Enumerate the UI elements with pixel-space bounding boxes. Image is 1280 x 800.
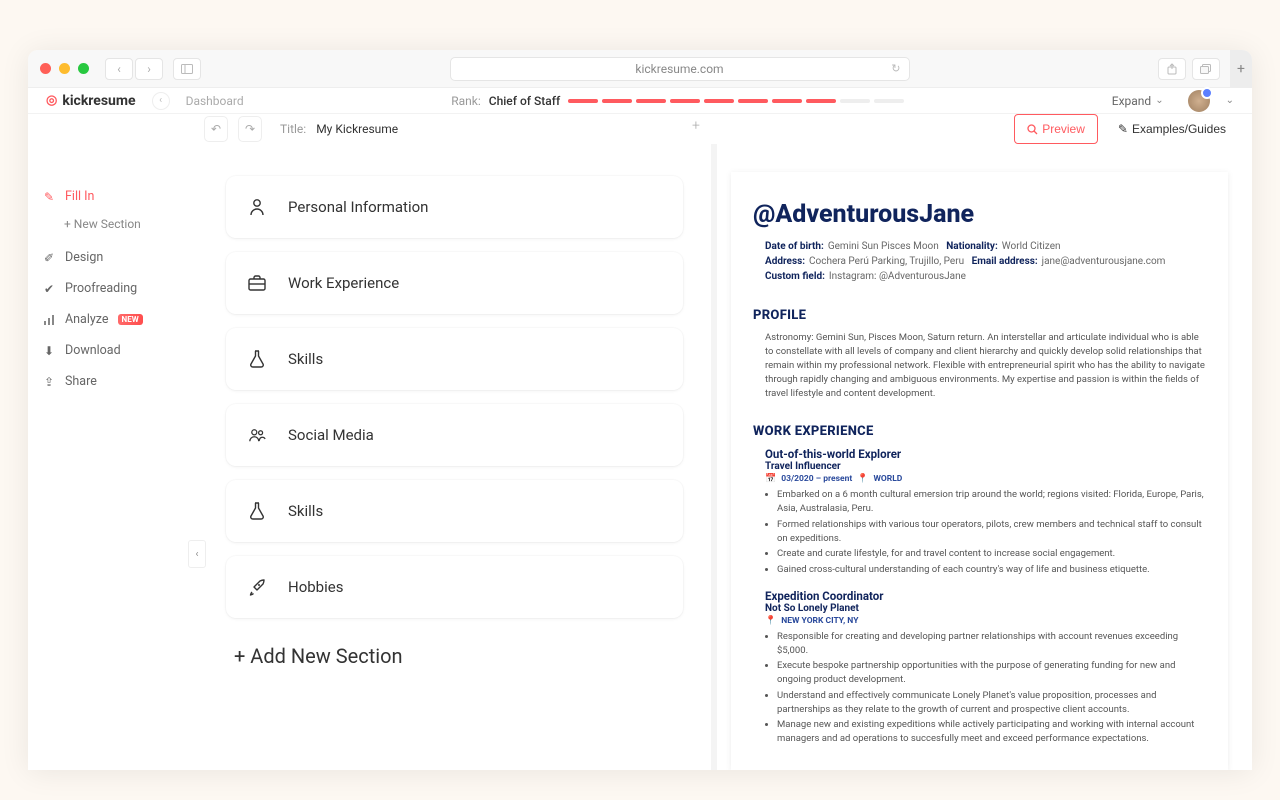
document-title[interactable]: My Kickresume bbox=[316, 122, 398, 136]
browser-toolbar: ‹ › kickresume.com ↻ + bbox=[28, 50, 1252, 88]
sidebar: ✎ Fill In + New Section ✐ Design ✔︎ Proo… bbox=[28, 144, 188, 770]
resume-meta: Date of birth:Gemini Sun Pisces Moon Nat… bbox=[765, 239, 1206, 284]
section-label: Social Media bbox=[288, 426, 374, 444]
sidebar-item-new-section[interactable]: + New Section bbox=[42, 213, 188, 241]
sidebar-item-label: Design bbox=[65, 250, 103, 265]
section-label: Skills bbox=[288, 350, 323, 368]
resume-section-work: WORK EXPERIENCE bbox=[753, 424, 1206, 439]
edit-icon: ✎ bbox=[42, 190, 56, 204]
person-icon bbox=[248, 198, 266, 216]
sidebar-toggle-button[interactable] bbox=[173, 58, 201, 80]
section-label: Hobbies bbox=[288, 578, 343, 596]
account-chevron-icon[interactable]: ⌄ bbox=[1226, 95, 1234, 106]
calendar-icon: 📅 bbox=[765, 474, 776, 484]
section-card-social-media[interactable]: Social Media bbox=[226, 404, 683, 466]
rocket-icon bbox=[248, 578, 266, 596]
app-header: ◎ kickresume ‹ Dashboard Rank: Chief of … bbox=[28, 88, 1252, 114]
undo-button[interactable]: ↶ bbox=[204, 116, 228, 142]
proofreading-icon: ✔︎ bbox=[42, 282, 56, 296]
examples-guides-button[interactable]: ✎ Examples/Guides bbox=[1108, 114, 1236, 144]
forward-button[interactable]: › bbox=[135, 58, 163, 80]
section-label: Personal Information bbox=[288, 198, 428, 216]
minimize-window-icon[interactable] bbox=[59, 63, 70, 74]
resume-name: @AdventurousJane bbox=[753, 200, 1206, 229]
section-card-work-experience[interactable]: Work Experience bbox=[226, 252, 683, 314]
sidebar-item-proofreading[interactable]: ✔︎ Proofreading bbox=[42, 274, 188, 303]
editor-toolbar: ↶ ↷ Title: My Kickresume + Preview ✎ Exa… bbox=[28, 114, 1252, 144]
new-tab-button[interactable]: + bbox=[1230, 50, 1252, 88]
resume-job: Expedition CoordinatorNot So Lonely Plan… bbox=[753, 589, 1206, 746]
search-icon bbox=[1027, 124, 1038, 135]
redo-button[interactable]: ↷ bbox=[238, 116, 262, 142]
back-button[interactable]: ‹ bbox=[105, 58, 133, 80]
tabs-button[interactable] bbox=[1192, 58, 1220, 80]
sidebar-item-label: Download bbox=[65, 343, 121, 358]
sidebar-item-label: Analyze bbox=[65, 312, 109, 327]
address-bar[interactable]: kickresume.com ↻ bbox=[450, 57, 910, 81]
guides-icon: ✎ bbox=[1118, 122, 1128, 136]
sidebar-item-fill-in[interactable]: ✎ Fill In bbox=[42, 182, 188, 211]
preview-panel: @AdventurousJane Date of birth:Gemini Su… bbox=[717, 144, 1252, 770]
share-icon: ⇪ bbox=[42, 375, 56, 389]
chart-icon bbox=[42, 314, 56, 326]
rank-progress bbox=[568, 99, 904, 103]
section-card-skills[interactable]: Skills bbox=[226, 480, 683, 542]
people-icon bbox=[248, 427, 266, 443]
flask-icon bbox=[248, 350, 266, 368]
sidebar-item-analyze[interactable]: Analyze NEW bbox=[42, 305, 188, 334]
sidebar-item-label: Proofreading bbox=[65, 281, 137, 296]
avatar[interactable] bbox=[1188, 90, 1210, 112]
url-text: kickresume.com bbox=[635, 62, 723, 76]
rank-label: Rank: bbox=[451, 94, 481, 108]
briefcase-icon bbox=[248, 275, 266, 291]
section-label: Skills bbox=[288, 502, 323, 520]
breadcrumb[interactable]: Dashboard bbox=[186, 94, 244, 108]
breadcrumb-back-button[interactable]: ‹ bbox=[152, 92, 170, 110]
palette-icon: ✐ bbox=[42, 251, 56, 265]
resume-job: Out-of-this-world ExplorerTravel Influen… bbox=[753, 447, 1206, 577]
resume-section-profile: PROFILE bbox=[753, 308, 1206, 323]
location-icon: 📍 bbox=[765, 616, 776, 626]
logo-icon: ◎ bbox=[46, 93, 57, 108]
new-badge: NEW bbox=[118, 314, 143, 325]
resume-profile-text: Astronomy: Gemini Sun, Pisces Moon, Satu… bbox=[765, 331, 1206, 400]
rank-value: Chief of Staff bbox=[489, 94, 560, 108]
editor-panel: Personal Information Work Experience Skill… bbox=[188, 144, 717, 770]
app-logo[interactable]: ◎ kickresume bbox=[46, 93, 136, 109]
flask-icon bbox=[248, 502, 266, 520]
avatar-badge bbox=[1201, 87, 1213, 99]
sidebar-item-label: Fill In bbox=[65, 189, 94, 204]
window-controls bbox=[40, 63, 89, 74]
sidebar-item-label: Share bbox=[65, 374, 97, 389]
add-new-section-button[interactable]: + Add New Section bbox=[226, 644, 683, 668]
title-label: Title: bbox=[280, 122, 306, 136]
maximize-window-icon[interactable] bbox=[78, 63, 89, 74]
resume-document: @AdventurousJane Date of birth:Gemini Su… bbox=[731, 172, 1228, 770]
preview-button[interactable]: Preview bbox=[1014, 114, 1098, 144]
download-icon: ⬇ bbox=[42, 344, 56, 358]
sidebar-item-share[interactable]: ⇪ Share bbox=[42, 367, 188, 396]
expand-button[interactable]: Expand ⌄ bbox=[1112, 94, 1164, 108]
rank-indicator: Rank: Chief of Staff bbox=[451, 94, 904, 108]
chevron-down-icon: ⌄ bbox=[1155, 95, 1163, 106]
section-label: Work Experience bbox=[288, 274, 399, 292]
section-card-skills[interactable]: Skills bbox=[226, 328, 683, 390]
sidebar-item-download[interactable]: ⬇ Download bbox=[42, 336, 188, 365]
section-card-personal-information[interactable]: Personal Information bbox=[226, 176, 683, 238]
sidebar-item-design[interactable]: ✐ Design bbox=[42, 243, 188, 272]
logo-text: kickresume bbox=[62, 93, 135, 109]
pane-divider-plus-icon[interactable]: + bbox=[692, 118, 700, 134]
share-button[interactable] bbox=[1158, 58, 1186, 80]
location-icon: 📍 bbox=[857, 474, 868, 484]
close-window-icon[interactable] bbox=[40, 63, 51, 74]
reload-icon[interactable]: ↻ bbox=[891, 62, 900, 75]
section-card-hobbies[interactable]: Hobbies bbox=[226, 556, 683, 618]
